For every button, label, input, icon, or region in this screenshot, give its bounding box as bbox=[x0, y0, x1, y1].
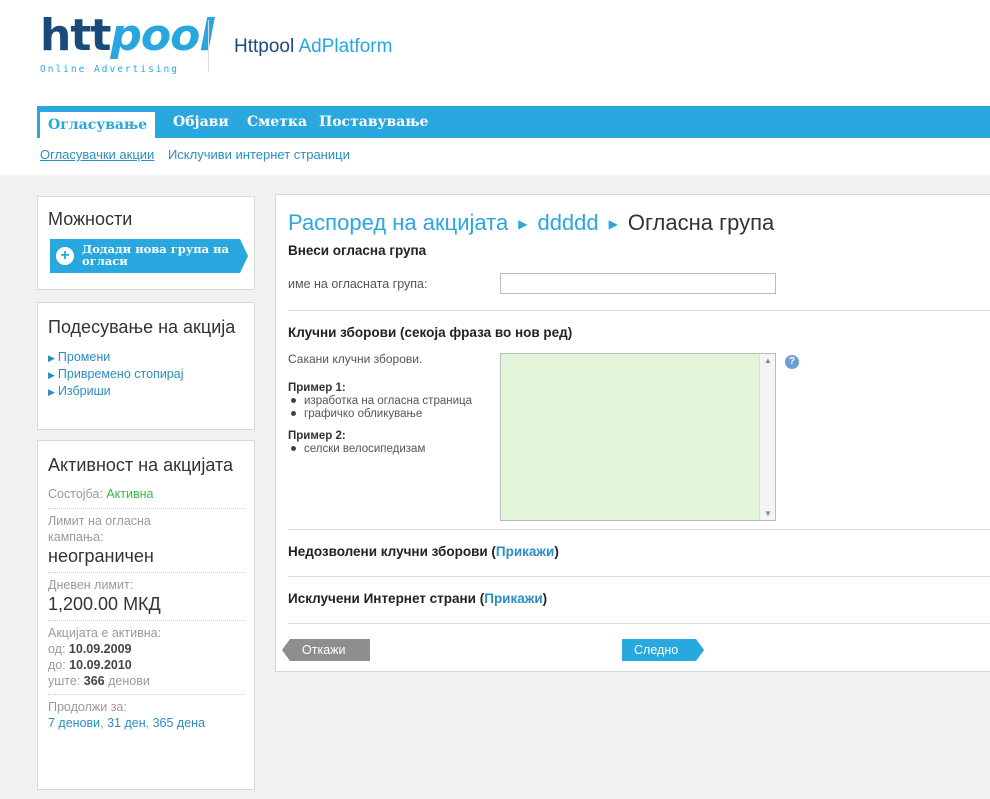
triangle-right-icon: ▶ bbox=[48, 370, 55, 380]
platform-title-prefix: Httpool bbox=[234, 36, 299, 57]
main-nav: Огласување Објави Сметка Поставување bbox=[37, 106, 990, 138]
close-paren: ) bbox=[554, 544, 559, 559]
campaign-activity-panel: Активност на акцијата Состојба: Активна … bbox=[37, 440, 255, 790]
keywords-textarea[interactable] bbox=[500, 353, 776, 521]
daily-limit-block: Дневен лимит: 1,200.00 МКД bbox=[48, 573, 244, 621]
extend-block: Продолжи за: 7 денови, 31 ден, 365 дена bbox=[48, 695, 244, 736]
negative-keywords-heading: Недозволени клучни зборови (Прикажи) bbox=[288, 544, 559, 559]
campaign-settings-panel: Подесување на акција ▶ Промени ▶ Привремен… bbox=[37, 302, 255, 430]
triangle-right-icon: ▶ bbox=[48, 353, 55, 363]
keywords-heading: Клучни зборови (секоја фраза во нов ред) bbox=[288, 325, 573, 340]
section-divider bbox=[288, 623, 990, 624]
help-icon[interactable]: ? bbox=[785, 355, 799, 369]
from-label: од: bbox=[48, 642, 69, 656]
breadcrumb-campaign[interactable]: ddddd bbox=[537, 210, 598, 235]
scroll-up-icon[interactable]: ▲ bbox=[764, 356, 772, 365]
enter-ad-group-heading: Внеси огласна група bbox=[288, 243, 427, 258]
extend-365-days-link[interactable]: 365 дена bbox=[153, 716, 205, 730]
example-2-item: селски велосипедизам bbox=[288, 443, 488, 456]
platform-title: Httpool AdPlatform bbox=[234, 36, 392, 58]
show-negative-keywords-link[interactable]: Прикажи bbox=[496, 544, 554, 559]
add-ad-group-button[interactable]: + Додади нова група на огласи bbox=[50, 239, 248, 273]
sub-nav: Огласувачки акции Исклучиви интернет стр… bbox=[40, 147, 360, 162]
add-ad-group-label: Додади нова група на огласи bbox=[82, 242, 229, 268]
excluded-sites-heading: Исклучени Интернет страни (Прикажи) bbox=[288, 591, 547, 606]
breadcrumb-arrow-icon: ▶ bbox=[518, 217, 528, 232]
scroll-down-icon[interactable]: ▼ bbox=[764, 509, 772, 518]
status-block: Состојба: Активна bbox=[48, 481, 244, 509]
campaign-limit-value: неограничен bbox=[48, 546, 154, 566]
excluded-sites-label: Исклучени Интернет страни ( bbox=[288, 591, 485, 606]
status-label: Состојба: bbox=[48, 487, 107, 501]
active-period-label: Акцијата е активна: bbox=[48, 626, 162, 640]
bullet-icon bbox=[291, 397, 296, 403]
example-1-title: Пример 1: bbox=[288, 382, 346, 394]
triangle-right-icon: ▶ bbox=[48, 387, 55, 397]
keywords-hint: Сакани клучни зборови. bbox=[288, 352, 423, 366]
nav-tab-advertising[interactable]: Огласување bbox=[40, 112, 156, 138]
section-divider bbox=[288, 529, 990, 530]
httpool-logo[interactable]: httpool Online Advertising bbox=[40, 14, 214, 76]
logo-tagline: Online Advertising bbox=[40, 64, 179, 75]
breadcrumb-schedule[interactable]: Распоред на акцијата bbox=[288, 210, 508, 235]
ad-group-form: Распоред на акцијата ▶ ddddd ▶ Огласна група… bbox=[275, 194, 990, 672]
options-panel: Можности + Додади нова група на огласи bbox=[37, 196, 255, 290]
example-1-item: изработка на огласна страница bbox=[288, 395, 488, 408]
days-left-suffix: денови bbox=[104, 674, 150, 688]
breadcrumb-arrow-icon: ▶ bbox=[608, 217, 618, 232]
campaign-limit-block: Лимит на огласна кампања: неограничен bbox=[48, 509, 244, 573]
bullet-icon bbox=[291, 410, 296, 416]
daily-limit-value: 1,200.00 МКД bbox=[48, 594, 161, 614]
breadcrumb-current: Огласна група bbox=[627, 210, 775, 235]
section-divider bbox=[288, 576, 990, 577]
extend-label: Продолжи за: bbox=[48, 700, 127, 714]
ad-group-name-input[interactable] bbox=[500, 273, 776, 294]
breadcrumb: Распоред на акцијата ▶ ddddd ▶ Огласна група bbox=[288, 210, 774, 236]
nav-tab-settings[interactable]: Поставување bbox=[319, 106, 428, 138]
close-paren: ) bbox=[542, 591, 548, 606]
pause-campaign-link[interactable]: ▶ Привремено стопирај bbox=[48, 366, 244, 383]
to-date: 10.09.2010 bbox=[69, 658, 132, 672]
example-1-item: графичко обликување bbox=[288, 408, 488, 421]
campaign-settings-links: ▶ Промени ▶ Привремено стопирај ▶ Избриши bbox=[48, 349, 244, 400]
keywords-scrollbar[interactable]: ▲ ▼ bbox=[759, 354, 775, 520]
days-left-label: уште: bbox=[48, 674, 84, 688]
campaign-limit-label: Лимит на огласна кампања: bbox=[48, 514, 151, 544]
section-divider bbox=[288, 310, 990, 311]
plus-circle-icon: + bbox=[56, 247, 74, 265]
subnav-campaigns-link[interactable]: Огласувачки акции bbox=[40, 147, 154, 162]
logo-text-accent: pool bbox=[110, 10, 214, 61]
next-button[interactable]: Следно bbox=[622, 639, 704, 661]
ad-group-name-label: име на огласната група: bbox=[288, 277, 428, 291]
daily-limit-label: Дневен лимит: bbox=[48, 578, 134, 592]
pause-campaign-label: Привремено стопирај bbox=[57, 367, 184, 381]
logo-divider bbox=[208, 20, 209, 72]
edit-campaign-link[interactable]: ▶ Промени bbox=[48, 349, 244, 366]
campaign-settings-title: Подесување на акција bbox=[48, 317, 236, 337]
to-label: до: bbox=[48, 658, 70, 672]
cancel-button[interactable]: Откажи bbox=[282, 639, 370, 661]
activity-title: Активност на акцијата bbox=[48, 455, 234, 475]
status-value: Активна bbox=[106, 487, 154, 501]
negative-keywords-label: Недозволени клучни зборови ( bbox=[288, 544, 496, 559]
platform-title-suffix: AdPlatform bbox=[298, 36, 393, 57]
subnav-excluded-sites-link[interactable]: Исклучиви интернет страници bbox=[168, 147, 350, 162]
keyword-examples: Пример 1: изработка на огласна страница … bbox=[288, 381, 488, 456]
show-excluded-sites-link[interactable]: Прикажи bbox=[484, 591, 542, 606]
nav-tab-publish[interactable]: Објави bbox=[173, 106, 229, 138]
bullet-icon bbox=[291, 445, 296, 451]
delete-campaign-link[interactable]: ▶ Избриши bbox=[48, 383, 244, 400]
extend-31-days-link[interactable]: 31 ден bbox=[107, 716, 146, 730]
days-left-value: 366 bbox=[83, 674, 105, 688]
options-title: Можности bbox=[48, 209, 133, 229]
header: httpool Online Advertising Httpool AdPla… bbox=[0, 0, 990, 100]
edit-campaign-label: Промени bbox=[57, 350, 111, 364]
active-period-block: Акцијата е активна: од: 10.09.2009 до: 1… bbox=[48, 621, 244, 695]
delete-campaign-label: Избриши bbox=[57, 384, 111, 398]
example-2-title: Пример 2: bbox=[288, 430, 346, 442]
from-date: 10.09.2009 bbox=[68, 642, 132, 656]
nav-tab-account[interactable]: Сметка bbox=[247, 106, 307, 138]
logo-text: htt bbox=[40, 10, 111, 61]
extend-7-days-link[interactable]: 7 денови bbox=[48, 716, 100, 730]
